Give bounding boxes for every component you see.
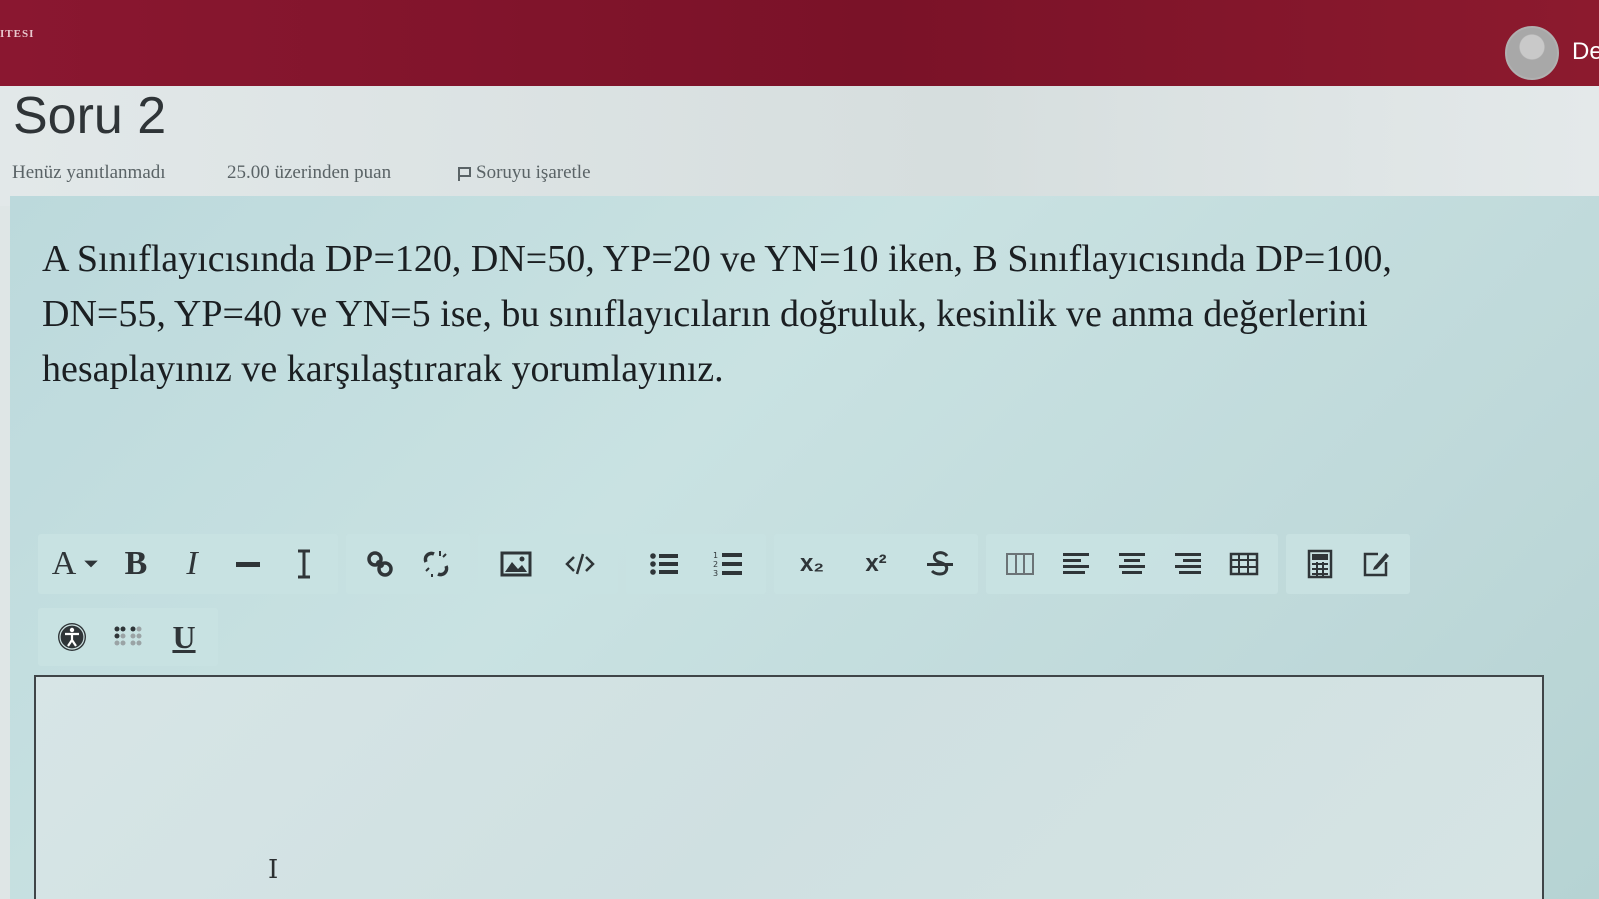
align-right-button[interactable] (1160, 534, 1216, 594)
equation-editor-button[interactable] (1292, 534, 1348, 594)
user-avatar[interactable] (1505, 26, 1559, 80)
answer-editor[interactable] (34, 675, 1544, 899)
subscript-button[interactable]: x₂ (780, 534, 844, 594)
toolbar-group-script: x₂ x² (774, 534, 978, 594)
chevron-down-icon (84, 560, 99, 568)
flag-question-label: Soruyu işaretle (476, 162, 591, 183)
italic-button[interactable]: I (164, 534, 220, 594)
link-icon (367, 551, 393, 577)
superscript-button[interactable]: x² (844, 534, 908, 594)
editor-toolbar-row-2: U (38, 608, 218, 666)
bold-button[interactable]: B (108, 534, 164, 594)
bold-label: B (124, 545, 148, 582)
svg-text:3: 3 (713, 569, 718, 578)
accessibility-icon (58, 623, 86, 651)
columns-icon (1006, 553, 1034, 575)
clear-formatting-button[interactable] (276, 534, 332, 594)
numbered-list-icon: 123 (713, 551, 742, 578)
toolbar-group-misc: U (38, 608, 218, 666)
unlink-icon (423, 551, 449, 577)
table-icon (1229, 552, 1259, 576)
toolbar-group-links (346, 534, 470, 594)
toolbar-group-style: A B I (38, 534, 338, 594)
strikethrough-button[interactable] (908, 534, 972, 594)
toolbar-group-tools (1286, 534, 1410, 594)
editor-toolbar: A B I 12 3 x₂ x² (38, 534, 1410, 594)
unlink-button[interactable] (408, 534, 464, 594)
table-button[interactable] (1216, 534, 1272, 594)
font-style-dropdown-button[interactable]: A (44, 534, 108, 594)
question-title: Soru 2 (13, 87, 167, 145)
question-header (0, 86, 1599, 206)
question-text-line: hesaplayınız ve karşılaştırarak yorumlay… (42, 348, 724, 390)
accessibility-checker-button[interactable] (44, 607, 100, 667)
image-icon (500, 551, 532, 577)
italic-label: I (186, 545, 198, 582)
strikethrough-icon (927, 551, 953, 576)
font-style-label: A (51, 545, 77, 582)
braille-icon (114, 626, 142, 646)
link-button[interactable] (352, 534, 408, 594)
calculator-icon (1307, 549, 1333, 579)
user-name[interactable]: De (1572, 38, 1599, 66)
toolbar-group-media (478, 534, 618, 594)
align-right-icon (1175, 553, 1201, 574)
top-banner: ITESI De (0, 0, 1599, 100)
edit-button[interactable] (1348, 534, 1404, 594)
question-text-line: A Sınıflayıcısında DP=120, DN=50, YP=20 … (42, 238, 1392, 280)
question-grade: 25.00 üzerinden puan (227, 162, 392, 183)
flag-question-link[interactable]: Soruyu işaretle (456, 162, 591, 184)
underline-button[interactable]: U (156, 607, 212, 667)
subscript-label: x₂ (799, 550, 824, 577)
bullet-list-button[interactable] (632, 534, 696, 594)
toolbar-group-lists: 123 (626, 534, 766, 594)
question-state: Henüz yanıtlanmadı (12, 162, 166, 183)
superscript-label: x² (865, 550, 887, 577)
numbered-list-button[interactable]: 123 (696, 534, 760, 594)
svg-text:1: 1 (713, 551, 718, 560)
insert-image-button[interactable] (484, 534, 548, 594)
horizontal-rule-button[interactable] (220, 534, 276, 594)
svg-text:2: 2 (713, 560, 718, 569)
question-text-line: DN=55, YP=40 ve YN=5 ise, bu sınıflayıcı… (42, 293, 1368, 335)
pencil-square-icon (1363, 552, 1389, 577)
toolbar-group-align (986, 534, 1278, 594)
columns-button[interactable] (992, 534, 1048, 594)
align-center-button[interactable] (1104, 534, 1160, 594)
align-left-button[interactable] (1048, 534, 1104, 594)
align-center-icon (1119, 553, 1145, 574)
minus-icon (236, 562, 260, 567)
html-source-button[interactable] (548, 534, 612, 594)
screenreader-helper-button[interactable] (100, 607, 156, 667)
flag-icon (456, 165, 471, 181)
align-left-icon (1063, 553, 1089, 574)
code-icon (565, 553, 595, 575)
brand-text: ITESI (0, 28, 35, 40)
text-cursor-icon: I (268, 855, 279, 885)
underline-label: U (172, 618, 196, 655)
question-text: A Sınıflayıcısında DP=120, DN=50, YP=20 … (42, 232, 1542, 397)
text-cursor-icon (298, 549, 310, 579)
bullet-list-icon (650, 553, 678, 575)
